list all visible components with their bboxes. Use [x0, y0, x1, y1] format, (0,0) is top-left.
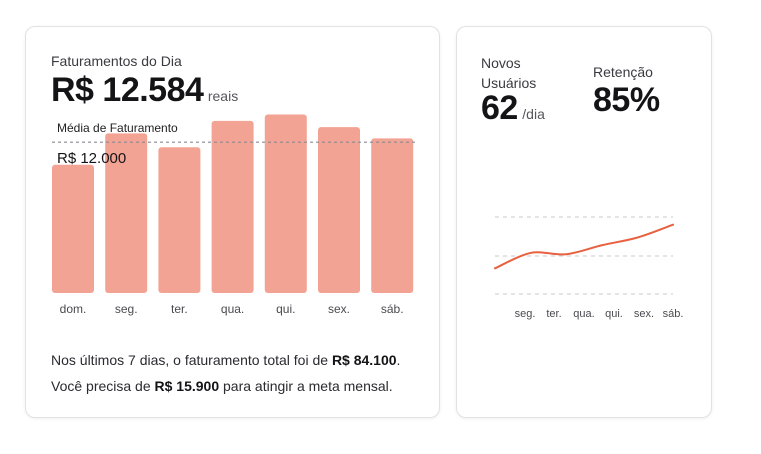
new-users-trend-line [494, 223, 674, 270]
x-tick-label: seg. [515, 308, 536, 320]
x-tick-label: qua. [221, 302, 244, 316]
bar-sex [318, 127, 360, 293]
summary-line-2-end: para atingir a meta mensal. [219, 378, 393, 394]
bar-qua [211, 120, 254, 293]
summary-remaining-value: R$ 15.900 [154, 378, 220, 394]
revenue-summary: Nos últimos 7 dias, o faturamento total … [51, 347, 400, 399]
average-label: Média de Faturamento [57, 121, 178, 135]
summary-line-1-end: . [396, 352, 401, 368]
revenue-card: Faturamentos do Dia R$ 12.584 reais dom.… [25, 26, 440, 418]
x-tick-label: qui. [605, 308, 623, 320]
summary-line-1: Nos últimos 7 dias, o faturamento total … [51, 347, 400, 373]
x-tick-label: sáb. [381, 302, 404, 316]
summary-line-2: Você precisa de R$ 15.900 para atingir a… [51, 373, 400, 399]
x-tick-label: ter. [546, 308, 561, 320]
bar-dom [52, 164, 94, 293]
summary-line-2-text: Você precisa de [51, 378, 155, 394]
summary-line-1-text: Nos últimos 7 dias, o faturamento total … [51, 352, 332, 368]
users-card: Novos Usuários 62 /dia Retenção 85% seg.… [456, 26, 712, 418]
bar-sáb [371, 138, 414, 293]
bar-ter [158, 147, 201, 293]
x-tick-label: seg. [115, 302, 138, 316]
x-tick-label: sáb. [663, 308, 684, 320]
x-tick-label: ter. [171, 302, 188, 316]
x-tick-label: dom. [60, 302, 87, 316]
revenue-bar-chart: dom. seg. ter. qua. qui. sex. sáb. Média de Fat… [52, 114, 416, 316]
average-value: R$ 12.000 [57, 150, 126, 167]
x-tick-label: sex. [634, 308, 654, 320]
x-tick-label: sex. [328, 302, 350, 316]
users-line-chart: seg. ter. qua. qui. sex. sáb. [494, 216, 684, 320]
x-tick-label: qui. [276, 302, 295, 316]
bar-qui [264, 114, 307, 293]
summary-total-value: R$ 84.100 [331, 352, 397, 368]
x-tick-label: qua. [573, 308, 594, 320]
